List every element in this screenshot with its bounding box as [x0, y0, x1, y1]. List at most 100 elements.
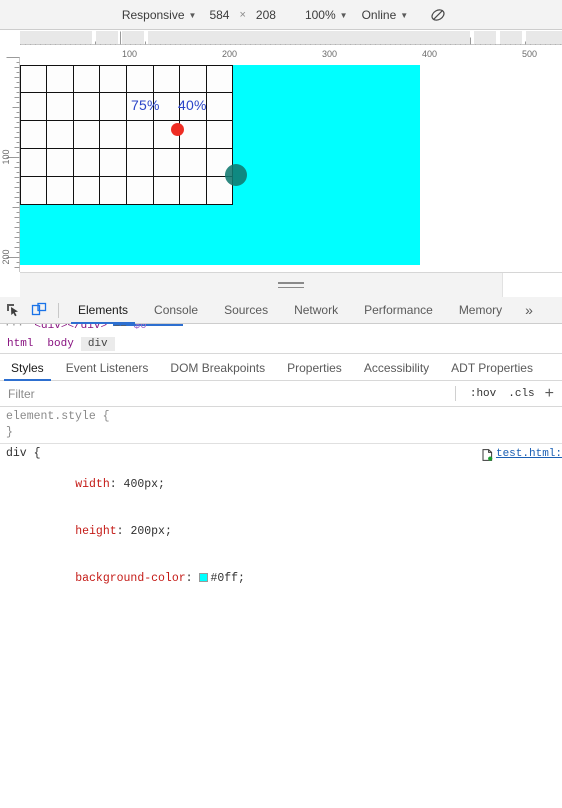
rule-element-style-selector[interactable]: element.style {	[0, 409, 562, 425]
styles-filter-input[interactable]	[0, 381, 455, 406]
subtab-event-listeners[interactable]: Event Listeners	[55, 355, 160, 381]
device-emulation-toolbar: Responsive ▼ 584 × 208 100% ▼ Online ▼	[0, 0, 562, 30]
dom-tree-row[interactable]: ··· <div></div> == $0	[0, 324, 562, 335]
network-throttle-selector[interactable]: Online ▼	[355, 6, 416, 24]
tab-performance[interactable]: Performance	[351, 297, 446, 324]
subtab-properties[interactable]: Properties	[276, 355, 353, 381]
zoom-label: 100%	[304, 7, 336, 22]
tab-console-label: Console	[154, 303, 199, 317]
svg-text:400: 400	[422, 49, 437, 57]
rule-element-style-close: }	[6, 425, 13, 439]
tab-network[interactable]: Network	[281, 297, 351, 324]
hov-toggle-button[interactable]: :hov	[464, 388, 502, 400]
breadcrumb-item-body[interactable]: body	[40, 337, 80, 351]
viewport-width-input[interactable]: 584	[203, 6, 235, 24]
styles-pane[interactable]: element.style { } test.html: div { width…	[0, 407, 562, 607]
color-swatch-icon[interactable]	[199, 572, 209, 582]
new-style-rule-button[interactable]: +	[541, 385, 562, 402]
subtab-accessibility[interactable]: Accessibility	[353, 355, 440, 381]
filter-divider	[454, 386, 456, 401]
svg-text:200: 200	[222, 49, 237, 57]
toolbar-divider	[58, 302, 59, 318]
rule-element-style[interactable]: element.style { }	[0, 407, 562, 445]
network-throttle-label: Online	[361, 7, 397, 22]
tab-elements-label: Elements	[78, 303, 129, 317]
vertical-ruler[interactable]: 100 200	[0, 57, 20, 272]
svg-text:200: 200	[1, 249, 11, 264]
page-viewport[interactable]: 75% 40%	[20, 57, 562, 272]
tab-sources[interactable]: Sources	[211, 297, 281, 324]
red-dot-marker	[171, 123, 184, 136]
declaration-height-prop[interactable]: height	[75, 525, 116, 538]
breadcrumb-item-div[interactable]: div	[80, 337, 115, 351]
subtab-properties-label: Properties	[287, 360, 342, 375]
declaration-background-color-prop[interactable]: background-color	[75, 572, 185, 585]
source-file-icon	[482, 449, 493, 461]
declaration-width-value[interactable]: 400px;	[124, 478, 165, 491]
dimension-separator-icon: ×	[239, 8, 246, 21]
splitter-left-gutter	[0, 272, 20, 297]
svg-text:100: 100	[122, 49, 137, 57]
browser-window: Responsive ▼ 584 × 208 100% ▼ Online ▼ 1…	[0, 0, 562, 808]
rule-origin-test-html[interactable]: test.html:	[482, 447, 562, 463]
teal-circle-marker	[225, 164, 247, 186]
svg-text:300: 300	[322, 49, 337, 57]
subtab-styles-label: Styles	[11, 360, 44, 375]
tab-elements[interactable]: Elements	[65, 297, 141, 324]
page-ghost-artifact	[305, 624, 321, 697]
tab-network-label: Network	[294, 303, 339, 317]
subtab-dom-breakpoints[interactable]: DOM Breakpoints	[159, 355, 276, 381]
zoom-selector[interactable]: 100% ▼	[298, 6, 355, 24]
device-selector[interactable]: Responsive ▼	[115, 6, 204, 24]
inspect-element-icon[interactable]	[0, 297, 26, 323]
tab-memory[interactable]: Memory	[446, 297, 515, 324]
splitter-notch	[502, 273, 562, 297]
rule-origin-link[interactable]: test.html:	[496, 447, 562, 463]
breadcrumb-item-html[interactable]: html	[0, 337, 40, 351]
styles-filter-row: :hov .cls +	[0, 381, 562, 407]
styles-sidebar-tabbar: Styles Event Listeners DOM Breakpoints P…	[0, 355, 562, 381]
dom-row-ellipsis[interactable]: ···	[0, 324, 28, 332]
subtab-styles[interactable]: Styles	[0, 355, 55, 381]
tab-memory-label: Memory	[458, 303, 503, 317]
styled-div-element[interactable]: 75% 40%	[20, 65, 420, 265]
cls-toggle-button[interactable]: .cls	[502, 388, 540, 400]
tab-performance-label: Performance	[364, 303, 433, 317]
tab-console[interactable]: Console	[141, 297, 211, 324]
chevron-down-icon: ▼	[339, 10, 348, 20]
declaration-height[interactable]: height: 200px;	[0, 509, 562, 556]
label-40-percent: 40%	[178, 97, 207, 113]
svg-text:500: 500	[522, 49, 537, 57]
svg-text:100: 100	[1, 149, 11, 164]
more-tabs-icon[interactable]: »	[515, 302, 543, 318]
dom-equals: ==	[113, 324, 127, 332]
subtab-event-listeners-label: Event Listeners	[65, 360, 149, 375]
devtools-tabbar: Elements Console Sources Network Perform…	[0, 297, 562, 324]
dom-dollar-zero: $0	[133, 324, 147, 332]
subtab-accessibility-label: Accessibility	[363, 360, 430, 375]
subtab-adt-properties-label: ADT Properties	[451, 360, 533, 375]
rule-div-author[interactable]: test.html: div { width: 400px; height: 2…	[0, 444, 562, 607]
declaration-width-prop[interactable]: width	[75, 478, 110, 491]
declaration-width[interactable]: width: 400px;	[0, 462, 562, 509]
declaration-background-color-value[interactable]: #0ff;	[210, 572, 245, 585]
ruler-corner	[0, 31, 20, 57]
vertical-ruler-ticks: 100 200	[1, 57, 20, 272]
dom-close-tag: </div>	[67, 324, 108, 332]
chevron-down-icon: ▼	[188, 10, 197, 20]
declaration-background-color[interactable]: background-color: #0ff;	[0, 555, 562, 602]
label-75-percent: 75%	[131, 97, 160, 113]
no-throttling-icon[interactable]	[429, 6, 447, 24]
rule-div-author-selector[interactable]: div {	[0, 446, 562, 462]
subtab-adt-properties[interactable]: ADT Properties	[440, 355, 544, 381]
declaration-background-image[interactable]: background-image: url(test.png);	[0, 602, 562, 607]
declaration-height-value[interactable]: 200px;	[130, 525, 171, 538]
device-toolbar-icon[interactable]	[26, 297, 52, 323]
splitter-grip-icon[interactable]	[278, 282, 304, 289]
viewport-height-input[interactable]: 208	[250, 6, 282, 24]
subtab-dom-breakpoints-label: DOM Breakpoints	[170, 360, 266, 375]
dom-breadcrumb: html body div	[0, 335, 562, 354]
dom-open-tag: <div>	[34, 324, 68, 332]
devtools-splitter[interactable]	[20, 272, 562, 297]
horizontal-ruler[interactable]: 100 200 300 400 500	[0, 31, 562, 57]
